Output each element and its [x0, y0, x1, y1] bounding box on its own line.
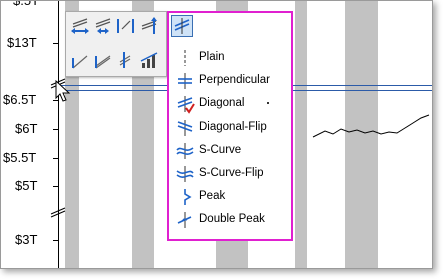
- y-tick-13t: $13T: [7, 35, 37, 50]
- y-tick-3t: $3T: [15, 232, 38, 247]
- menu-item-label: Perpendicular: [199, 74, 270, 86]
- menu-item-diagonal-flip[interactable]: Diagonal-Flip: [173, 117, 289, 139]
- y-tick-partial: $.5T: [13, 0, 40, 8]
- mouse-cursor-icon: [55, 79, 71, 102]
- double-peak-break-icon: [177, 212, 192, 228]
- s-curve-break-icon: [176, 143, 194, 159]
- y-tick-6t: $6T: [15, 121, 38, 136]
- bar-chart-icon: [140, 52, 158, 68]
- tick-mark: [53, 186, 58, 187]
- y-tick-5-5t: $5.5T: [3, 150, 37, 165]
- menu-item-double-peak[interactable]: Double Peak: [173, 209, 289, 231]
- break-style-slash-button[interactable]: [70, 50, 90, 70]
- diagonal-flip-break-icon: [177, 120, 193, 136]
- plain-break-icon: [184, 50, 186, 66]
- axis-break-mark-lower: [50, 207, 66, 218]
- menu-item-label: S-Curve: [199, 144, 242, 156]
- break-slash-icon: [72, 55, 88, 69]
- menu-item-diagonal[interactable]: Diagonal: [173, 93, 289, 115]
- tick-mark: [53, 43, 58, 44]
- break-left-right-button[interactable]: [70, 16, 90, 36]
- data-line: [312, 114, 430, 138]
- y-axis: [58, 1, 59, 268]
- menu-item-label: Diagonal-Flip: [199, 121, 267, 133]
- break-arrows-vertical-icon: [117, 19, 134, 33]
- menu-item-label: S-Curve-Flip: [199, 167, 264, 179]
- menu-item-perpendicular[interactable]: Perpendicular: [173, 70, 289, 92]
- diagonal-break-icon: [177, 96, 195, 114]
- break-step-icon: [95, 55, 111, 69]
- tick-mark: [53, 158, 58, 159]
- menu-item-s-curve-flip[interactable]: S-Curve-Flip: [173, 163, 289, 185]
- menu-item-s-curve[interactable]: S-Curve: [173, 140, 289, 162]
- y-tick-6-5t: $6.5T: [3, 92, 37, 107]
- break-style-dropdown-button[interactable]: [171, 15, 193, 37]
- tick-mark: [53, 240, 58, 241]
- chart-window: $.5T $13T $6.5T $6T $5.5T $5T $3T Plain …: [0, 0, 433, 269]
- break-style-dropdown: Plain Perpendicular Diagonal Diagonal-Fl…: [167, 11, 293, 241]
- menu-item-plain[interactable]: Plain: [173, 47, 289, 69]
- break-shift-icon: [141, 17, 157, 34]
- s-curve-flip-break-icon: [176, 166, 194, 182]
- break-vertical-icon: [119, 52, 131, 68]
- break-style-step-button[interactable]: [93, 50, 113, 70]
- axis-break-toolbar: [65, 11, 167, 77]
- break-shift-button[interactable]: [139, 16, 159, 36]
- menu-item-label: Double Peak: [199, 213, 265, 225]
- tick-mark: [53, 129, 58, 130]
- break-gap-icon: [95, 18, 111, 34]
- peak-break-icon: [184, 189, 192, 205]
- break-style-bars-button[interactable]: [139, 50, 159, 70]
- menu-item-label: Diagonal: [199, 97, 245, 109]
- dot-icon: [267, 102, 269, 104]
- menu-item-label: Peak: [199, 190, 226, 202]
- menu-item-peak[interactable]: Peak: [173, 186, 289, 208]
- break-gap-button[interactable]: [93, 16, 113, 36]
- menu-item-label: Plain: [199, 51, 225, 63]
- perpendicular-break-icon: [178, 73, 192, 89]
- y-tick-5t: $5T: [15, 178, 38, 193]
- break-style-vertical-button[interactable]: [116, 50, 136, 70]
- break-up-down-button[interactable]: [116, 16, 136, 36]
- diagonal-break-icon: [174, 18, 190, 34]
- break-arrows-horizontal-icon: [71, 18, 89, 34]
